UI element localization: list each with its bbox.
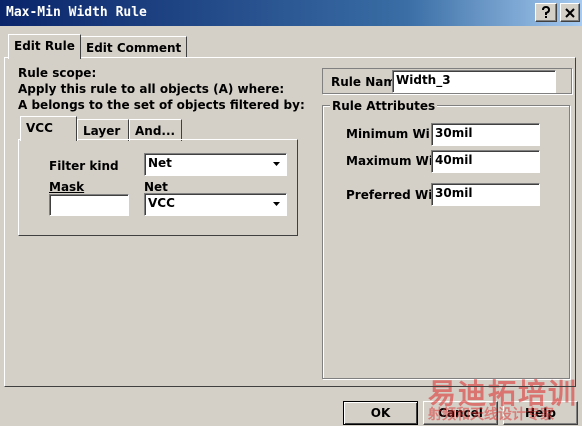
preferred-width-label: Preferred Wi: [346, 188, 433, 202]
question-icon: [542, 6, 551, 18]
title-help-button[interactable]: [535, 3, 557, 22]
inner-tab-and[interactable]: And...: [129, 119, 182, 141]
filter-kind-value: Net: [148, 156, 172, 170]
mask-label: Mask: [49, 180, 85, 194]
rule-scope-line1: Apply this rule to all objects (A) where…: [18, 82, 285, 96]
rule-scope-line2: A belongs to the set of objects filtered…: [18, 98, 305, 112]
rule-name-label: Rule Nam: [331, 75, 396, 89]
rule-name-input[interactable]: Width_3: [392, 70, 556, 93]
preferred-width-input[interactable]: 30mil: [431, 183, 540, 206]
minimum-width-label: Minimum Wi: [346, 127, 430, 141]
inner-tab-vcc[interactable]: VCC: [20, 116, 77, 141]
inner-tab-layer[interactable]: Layer: [77, 119, 129, 141]
mask-input[interactable]: [49, 194, 129, 216]
filter-kind-select[interactable]: Net: [144, 153, 287, 176]
tab-edit-rule[interactable]: Edit Rule: [8, 34, 81, 59]
title-close-button[interactable]: [560, 3, 580, 22]
chevron-down-icon[interactable]: [269, 196, 284, 212]
window-title: Max-Min Width Rule: [6, 5, 147, 20]
close-icon: [565, 7, 575, 18]
maximum-width-input[interactable]: 40mil: [431, 150, 540, 173]
chevron-down-icon[interactable]: [269, 156, 284, 172]
ok-button[interactable]: OK: [343, 401, 418, 425]
maximum-width-label: Maximum Wi: [346, 154, 433, 168]
net-select[interactable]: VCC: [144, 193, 287, 216]
rule-scope-heading: Rule scope:: [18, 66, 97, 80]
minimum-width-input[interactable]: 30mil: [431, 123, 540, 146]
net-value: VCC: [148, 196, 175, 210]
title-bar[interactable]: Max-Min Width Rule: [0, 0, 582, 26]
watermark-tagline: 射频和天线设计专家: [428, 407, 554, 423]
dialog-window: Max-Min Width Rule Edit Rule Edit Commen…: [0, 0, 582, 426]
tab-edit-comment[interactable]: Edit Comment: [80, 36, 188, 58]
net-label: Net: [144, 180, 168, 194]
filter-kind-label: Filter kind: [49, 159, 119, 173]
